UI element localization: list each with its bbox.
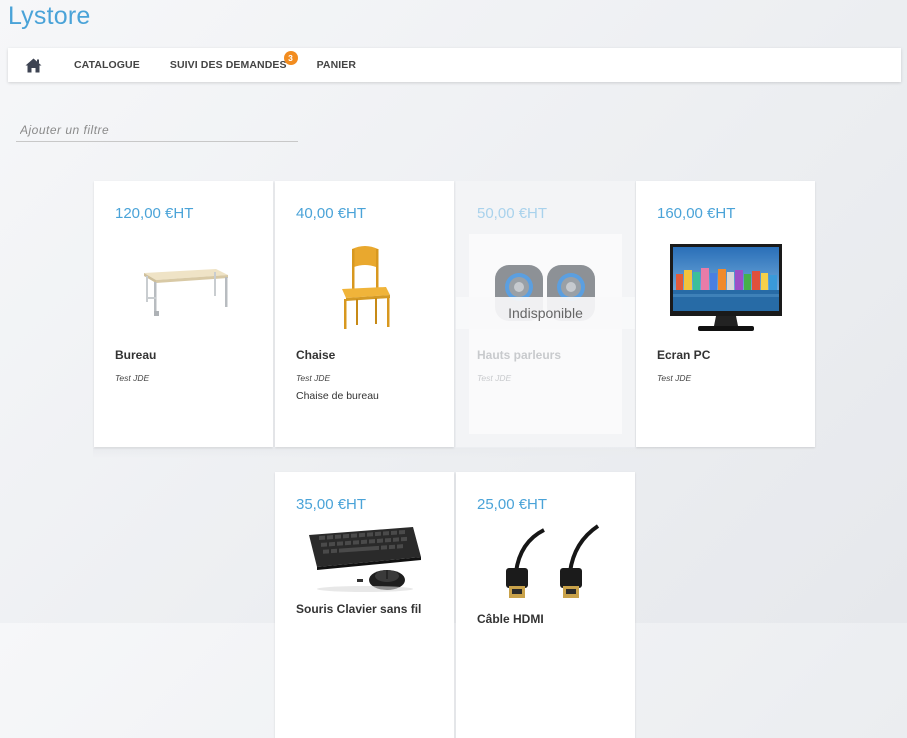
chair-image — [295, 233, 435, 343]
product-card-chaise[interactable]: 40,00 €HT Chaise Test JDE Chaise de bure… — [275, 181, 454, 447]
app-title: Lystore — [8, 2, 91, 30]
product-owner: Test JDE — [477, 373, 512, 383]
unavailable-label: Indisponible — [456, 297, 635, 329]
row-divider-shadow — [93, 448, 815, 458]
product-price: 25,00 €HT — [477, 496, 548, 513]
nav-panier[interactable]: PANIER — [302, 48, 372, 82]
filter-field — [16, 118, 298, 142]
product-card-cable-hdmi[interactable]: 25,00 €HT Câble HDMI — [456, 472, 635, 738]
nav-home-button[interactable] — [8, 48, 58, 82]
requests-count-badge: 3 — [283, 51, 298, 65]
product-name: Chaise — [296, 348, 336, 362]
keyboard-mouse-image — [295, 522, 435, 594]
product-card-bureau[interactable]: 120,00 €HT Bureau Test JDE — [94, 181, 273, 447]
nav-suivi-demandes[interactable]: SUIVI DES DEMANDES 3 — [155, 48, 302, 82]
product-card-hauts-parleurs[interactable]: 50,00 €HT Indisponible Hauts parleurs Te… — [456, 181, 635, 447]
product-name: Souris Clavier sans fil — [296, 602, 422, 616]
nav-catalogue[interactable]: CATALOGUE — [58, 48, 155, 82]
product-card-ecran-pc[interactable]: 160,00 €HT Ecran PC Test JDE — [636, 181, 815, 447]
product-name: Bureau — [115, 348, 157, 362]
product-card-souris-clavier[interactable]: 35,00 €HT Souris Clavier sans fil — [275, 472, 454, 738]
filter-input[interactable] — [16, 118, 298, 141]
product-price: 50,00 €HT — [477, 205, 548, 222]
product-price: 40,00 €HT — [296, 205, 367, 222]
nav-catalogue-label: CATALOGUE — [74, 59, 140, 71]
nav-panier-label: PANIER — [316, 59, 357, 71]
main-navbar: CATALOGUE SUIVI DES DEMANDES 3 PANIER — [8, 48, 901, 82]
product-description: Chaise de bureau — [296, 390, 379, 402]
home-icon — [25, 58, 41, 72]
product-name: Hauts parleurs — [477, 348, 562, 362]
monitor-image — [656, 233, 796, 343]
hdmi-cable-image — [476, 522, 616, 602]
product-name: Câble HDMI — [477, 612, 544, 626]
product-price: 35,00 €HT — [296, 496, 367, 513]
product-price: 120,00 €HT — [115, 205, 194, 222]
product-owner: Test JDE — [657, 373, 692, 383]
product-name: Ecran PC — [657, 348, 711, 362]
product-owner: Test JDE — [296, 373, 331, 383]
product-owner: Test JDE — [115, 373, 150, 383]
desk-image — [114, 233, 254, 343]
product-price: 160,00 €HT — [657, 205, 736, 222]
nav-suivi-demandes-label: SUIVI DES DEMANDES — [169, 59, 287, 71]
